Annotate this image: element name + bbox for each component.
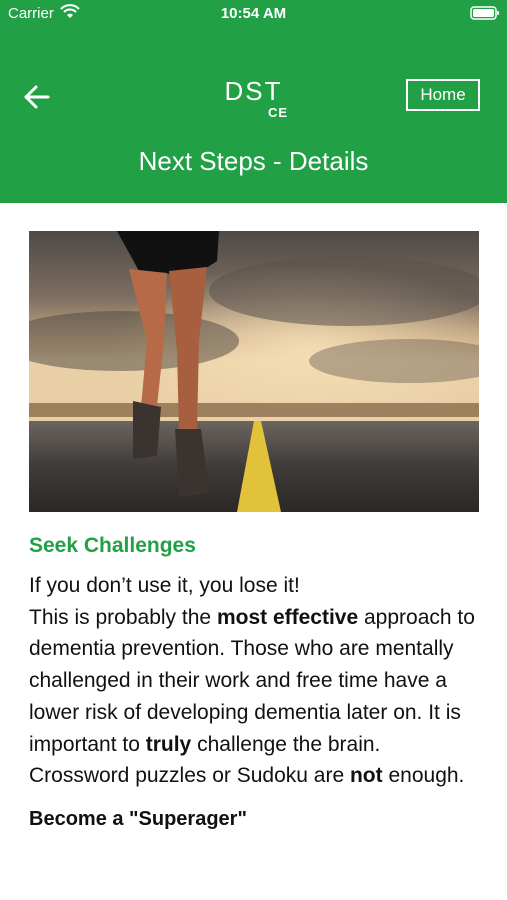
paragraph-bold-2: truly	[145, 732, 192, 756]
content: Seek Challenges If you don’t use it, you…	[29, 534, 479, 831]
paragraph: If you don’t use it, you lose it! This is…	[29, 570, 479, 792]
header: Carrier 10:54 AM DST CE Home Next Steps …	[0, 0, 507, 203]
paragraph-text-4: enough.	[382, 764, 465, 788]
ce-mark: CE	[268, 105, 289, 120]
paragraph-bold-1: most effective	[216, 605, 359, 629]
screen: Carrier 10:54 AM DST CE Home Next Steps …	[0, 0, 507, 900]
section-title: Seek Challenges	[29, 534, 196, 557]
status-bar: Carrier 10:54 AM	[0, 0, 507, 30]
hero-image	[29, 231, 479, 512]
home-button-label: Home	[420, 85, 466, 104]
battery-icon	[470, 6, 499, 20]
status-time: 10:54 AM	[220, 5, 287, 22]
paragraph-bold-3: not	[349, 764, 383, 788]
page-title: Next Steps - Details	[138, 146, 369, 176]
paragraph-line1: If you don’t use it, you lose it!	[29, 574, 300, 597]
home-button[interactable]: Home	[406, 79, 480, 111]
paragraph-text-1: This is probably the	[29, 605, 217, 629]
next-section-title: Become a "Superager"	[29, 807, 247, 830]
